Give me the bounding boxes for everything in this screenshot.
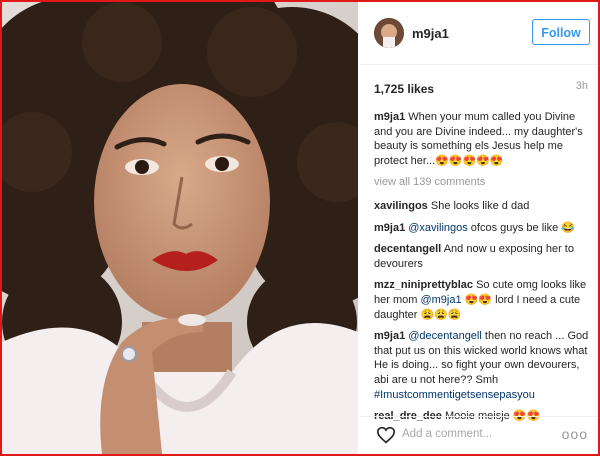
comment-mention[interactable]: @xavilingos	[408, 222, 467, 234]
list-item: decentangell And now u exposing her to d…	[374, 242, 592, 271]
heart-icon[interactable]	[376, 426, 396, 444]
follow-button[interactable]: Follow	[532, 19, 590, 45]
caption-text: When your mum called you Divine and you …	[374, 111, 583, 167]
portrait-image	[2, 2, 358, 454]
comment-mention[interactable]: @m9ja1	[420, 294, 461, 306]
add-comment-input[interactable]: Add a comment...	[402, 428, 492, 440]
post-timestamp[interactable]: 3h	[576, 80, 588, 92]
instagram-post-window: m9ja1 Follow 1,725 likes 3h m9ja1 When y…	[0, 0, 600, 456]
comment-mention[interactable]: @decentangell	[408, 330, 482, 342]
comment-username[interactable]: xavilingos	[374, 200, 428, 212]
comment-feed: m9ja1 When your mum called you Divine an…	[374, 110, 592, 431]
post-meta: 1,725 likes 3h	[374, 80, 588, 98]
view-all-comments-link[interactable]: view all 139 comments	[374, 175, 592, 190]
comment-hashtag[interactable]: #Imustcommentigetsensepasyou	[374, 389, 535, 401]
caption: m9ja1 When your mum called you Divine an…	[374, 110, 592, 168]
comment-text: She looks like d dad	[430, 199, 530, 212]
post-photo[interactable]	[2, 2, 358, 454]
list-item: m9ja1 @decentangell then no reach ... Go…	[374, 329, 592, 402]
avatar[interactable]	[374, 18, 404, 48]
comment-username[interactable]: decentangell	[374, 243, 441, 255]
list-item: xavilingos She looks like d dad	[374, 199, 592, 214]
post-details-panel: m9ja1 Follow 1,725 likes 3h m9ja1 When y…	[360, 2, 598, 454]
list-item: mzz_niniprettyblac So cute omg looks lik…	[374, 278, 592, 322]
comment-username[interactable]: mzz_niniprettyblac	[374, 279, 473, 291]
list-item: m9ja1 @xavilingos ofcos guys be like 😂	[374, 221, 592, 236]
comment-username[interactable]: m9ja1	[374, 330, 405, 342]
post-author-username[interactable]: m9ja1	[412, 26, 449, 41]
comment-text: then no reach ... God that put us on thi…	[374, 330, 589, 386]
likes-count[interactable]: 1,725 likes	[374, 82, 434, 96]
caption-username[interactable]: m9ja1	[374, 111, 405, 123]
avatar-image	[374, 18, 404, 48]
comment-text: ofcos guys be like 😂	[470, 221, 575, 234]
more-options-icon[interactable]: ooo	[562, 426, 588, 442]
comment-composer: Add a comment... ooo	[360, 416, 598, 454]
comment-username[interactable]: m9ja1	[374, 222, 405, 234]
post-header: m9ja1 Follow	[360, 2, 598, 65]
